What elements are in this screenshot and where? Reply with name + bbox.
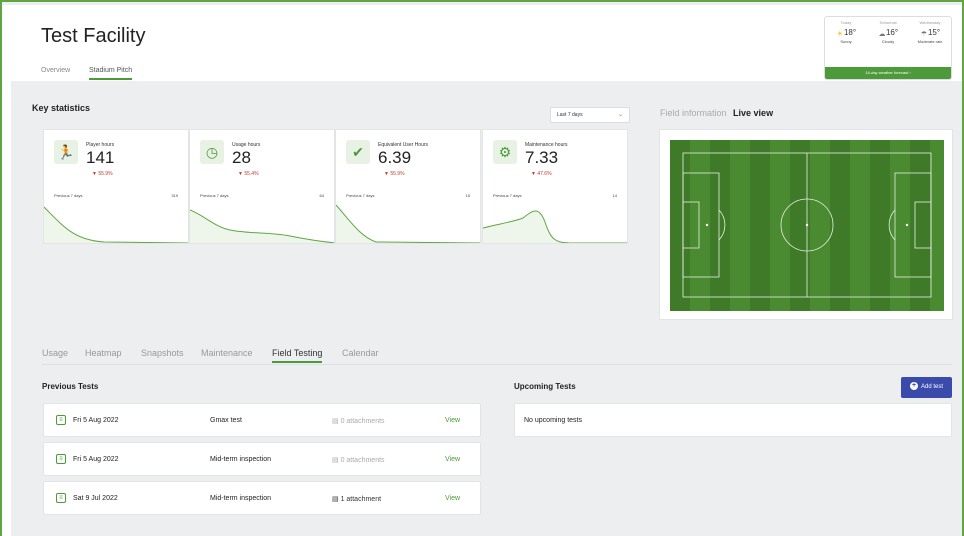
test-date: Fri 5 Aug 2022: [73, 456, 119, 463]
tab-field-information[interactable]: Field information: [660, 108, 727, 118]
weather-condition: Moderate rain: [917, 39, 943, 44]
test-date: Fri 5 Aug 2022: [73, 417, 119, 424]
tab-usage[interactable]: Usage: [42, 348, 68, 358]
upcoming-empty-message: No upcoming tests: [524, 417, 582, 424]
pitch-image: [670, 140, 944, 311]
stat-prev-value: 64: [319, 193, 324, 198]
period-select[interactable]: Last 7 days ⌄: [550, 107, 630, 123]
test-row[interactable]: ≡ Sat 9 Jul 2022 Mid-term inspection ▤ 1…: [43, 481, 481, 515]
tab-overview[interactable]: Overview: [41, 67, 70, 74]
sparkline-equivalent-user-hours: [336, 204, 480, 243]
view-link[interactable]: View: [445, 456, 460, 463]
field-view-tabs: Field information Live view: [660, 108, 773, 118]
live-view-card: [659, 129, 953, 320]
app-frame: Test Facility Overview Stadium Pitch Tod…: [0, 0, 964, 536]
forecast-button[interactable]: 14-day weather forecast ›: [825, 67, 951, 79]
stat-delta: ▼ 55.9%: [92, 171, 113, 177]
calendar-icon: ≡: [56, 493, 66, 503]
stat-prev-value: 319: [171, 193, 178, 198]
add-test-button[interactable]: + Add test: [901, 377, 952, 398]
stat-card-player-hours: 🏃 Player hours 141 ▼ 55.9% Previous 7 da…: [43, 129, 189, 244]
calendar-icon: ≡: [56, 415, 66, 425]
stat-prev-label: Previous 7 days: [346, 193, 375, 198]
attachments-label: 0 attachments: [340, 457, 385, 464]
plus-circle-icon: +: [909, 382, 918, 391]
chevron-down-icon: ⌄: [617, 112, 623, 118]
tab-stadium-pitch[interactable]: Stadium Pitch: [89, 67, 133, 80]
left-sidebar-strip: [2, 5, 11, 536]
weather-day-today: Today ☀18° Sunny: [825, 20, 867, 44]
stat-delta: ▼ 55.4%: [238, 171, 259, 177]
runner-icon: 🏃: [54, 140, 78, 164]
tab-snapshots[interactable]: Snapshots: [141, 348, 184, 358]
stat-value: 28: [232, 148, 251, 167]
sparkline-usage-hours: [190, 209, 334, 243]
test-attachments: ▤ 0 attachments: [332, 417, 385, 425]
stat-value: 7.33: [525, 148, 559, 167]
tab-field-testing[interactable]: Field Testing: [272, 348, 323, 363]
attachment-icon: ▤: [332, 418, 341, 425]
test-attachments: ▤ 1 attachment: [332, 495, 381, 503]
tab-maintenance[interactable]: Maintenance: [201, 348, 253, 358]
sun-icon: ☀: [836, 31, 844, 39]
attachment-icon: ▤: [332, 496, 341, 503]
stat-prev-label: Previous 7 days: [200, 193, 229, 198]
weather-day-wednesday: Wednesday ☂15° Moderate rain: [909, 20, 951, 44]
section-tabs: Usage Heatmap Snapshots Maintenance Fiel…: [42, 348, 952, 365]
view-link[interactable]: View: [445, 417, 460, 424]
weather-condition: Sunny: [840, 39, 852, 44]
tab-calendar[interactable]: Calendar: [342, 348, 379, 358]
stat-prev-value: 15: [465, 193, 470, 198]
attachments-label: 0 attachments: [340, 418, 385, 425]
stat-card-equivalent-user-hours: ✔ Equivalent User Hours 6.39 ▼ 55.9% Pre…: [335, 129, 481, 244]
stat-delta: ▼ 55.9%: [384, 171, 405, 177]
rain-cloud-icon: ☂: [920, 31, 928, 39]
sparkline-player-hours: [44, 206, 188, 243]
weather-temp: 18°: [843, 28, 857, 37]
view-link[interactable]: View: [445, 495, 460, 502]
test-row[interactable]: ≡ Fri 5 Aug 2022 Gmax test ▤ 0 attachmen…: [43, 403, 481, 437]
pitch-markings: [682, 152, 932, 298]
weather-temp: 15°: [927, 28, 941, 37]
test-name: Mid-term inspection: [210, 495, 272, 502]
stat-prev-label: Previous 7 days: [493, 193, 522, 198]
attachment-icon: ▤: [332, 457, 341, 464]
weather-widget: Today ☀18° Sunny Tomorrow ☁16° Cloudy We…: [824, 16, 952, 80]
upcoming-tests-title: Upcoming Tests: [514, 382, 576, 391]
stat-value: 6.39: [378, 148, 412, 167]
test-date: Sat 9 Jul 2022: [73, 495, 118, 502]
stat-card-usage-hours: ◷ Usage hours 28 ▼ 55.4% Previous 7 days…: [189, 129, 335, 244]
clock-icon: ◷: [200, 140, 224, 164]
cloud-icon: ☁: [878, 31, 886, 39]
sparkline-maintenance-hours: [483, 210, 627, 243]
test-row[interactable]: ≡ Fri 5 Aug 2022 Mid-term inspection ▤ 0…: [43, 442, 481, 476]
stat-card-maintenance-hours: ⚙ Maintenance hours 7.33 ▼ 47.6% Previou…: [482, 129, 628, 244]
stat-value: 141: [86, 148, 115, 167]
mower-icon: ⚙: [493, 140, 517, 164]
previous-tests-title: Previous Tests: [42, 382, 99, 391]
header-bar: Test Facility Overview Stadium Pitch Tod…: [11, 5, 962, 81]
weather-condition: Cloudy: [881, 39, 895, 44]
test-name: Gmax test: [210, 417, 242, 424]
weather-temp: 16°: [885, 28, 899, 37]
add-test-label: Add test: [920, 384, 943, 390]
tab-heatmap[interactable]: Heatmap: [85, 348, 122, 358]
page-title: Test Facility: [41, 25, 146, 47]
tab-live-view[interactable]: Live view: [733, 108, 773, 118]
stat-delta: ▼ 47.6%: [531, 171, 552, 177]
key-statistics-title: Key statistics: [32, 103, 91, 113]
weather-day-label: Wednesday: [919, 20, 941, 25]
upcoming-tests-list: No upcoming tests: [514, 403, 952, 437]
shield-check-icon: ✔: [346, 140, 370, 164]
test-attachments: ▤ 0 attachments: [332, 456, 385, 464]
attachments-label: 1 attachment: [340, 496, 382, 503]
period-select-value: Last 7 days: [557, 112, 583, 118]
weather-day-label: Tomorrow: [879, 20, 897, 25]
calendar-icon: ≡: [56, 454, 66, 464]
weather-day-label: Today: [840, 20, 852, 25]
weather-day-tomorrow: Tomorrow ☁16° Cloudy: [867, 20, 909, 44]
stat-prev-label: Previous 7 days: [54, 193, 83, 198]
test-name: Mid-term inspection: [210, 456, 272, 463]
stat-prev-value: 14: [612, 193, 617, 198]
